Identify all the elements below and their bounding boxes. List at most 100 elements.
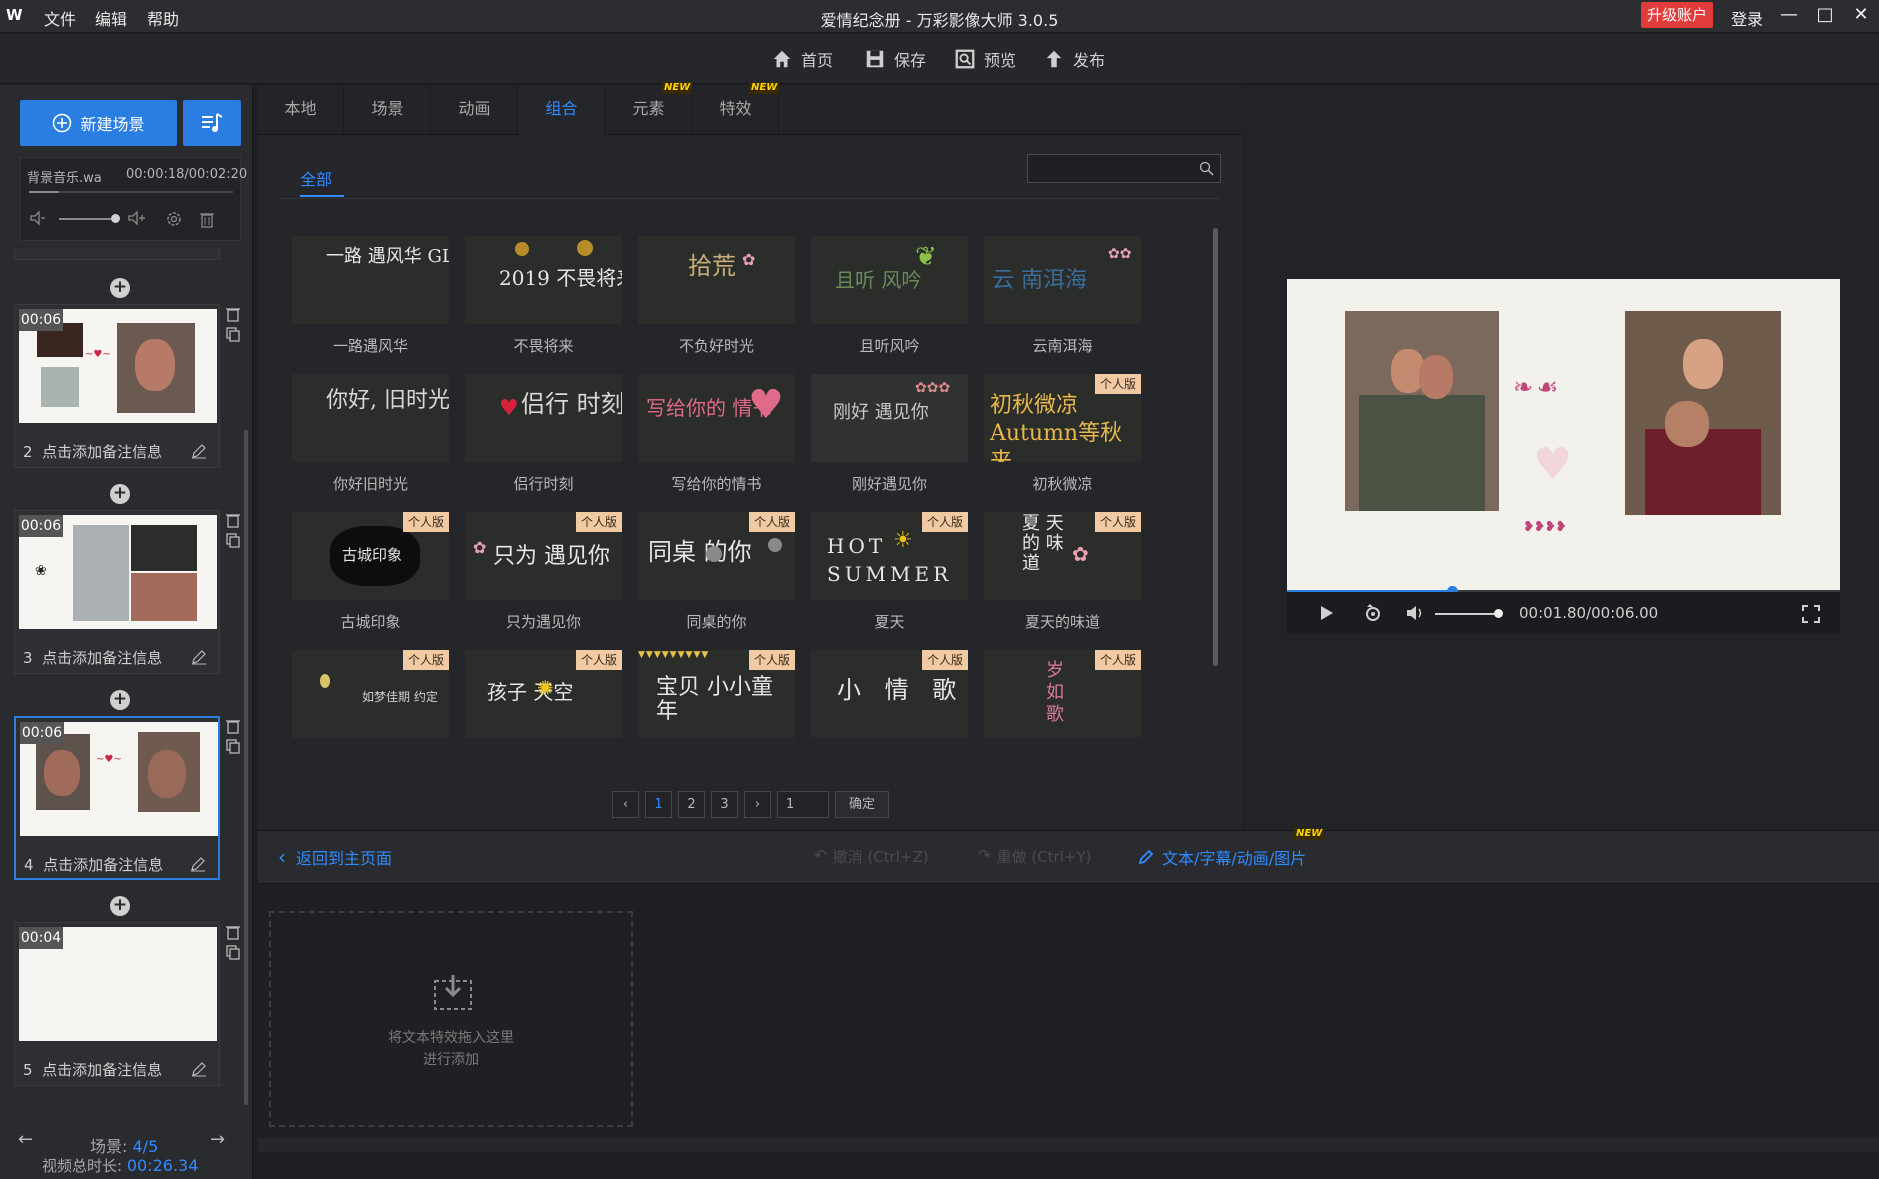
template-card[interactable]: 孩子 天空 ✺ 个人版	[465, 650, 622, 738]
edit-pencil-icon[interactable]	[191, 1061, 207, 1077]
template-card[interactable]: 2019 不畏将来	[465, 236, 622, 324]
template-card[interactable]: 如梦佳期 约定 个人版	[292, 650, 449, 738]
edit-pencil-icon[interactable]	[191, 649, 207, 665]
delete-trash-icon[interactable]	[199, 210, 215, 228]
template-card[interactable]: 古城印象 个人版	[292, 512, 449, 600]
scene-list-scrollbar[interactable]	[244, 430, 248, 1105]
player-volume-slider[interactable]	[1435, 613, 1499, 615]
copy-scene-icon[interactable]	[225, 326, 241, 342]
couple-photo	[1419, 355, 1453, 399]
maximize-button[interactable]: □	[1812, 4, 1838, 25]
template-card[interactable]: 云 南洱海 ✿✿	[984, 236, 1141, 324]
scene-note[interactable]: 3 点击添加备注信息	[23, 647, 162, 668]
home-button[interactable]: 首页	[771, 46, 833, 72]
template-card[interactable]: ♥ 侣行 时刻	[465, 374, 622, 462]
template-card[interactable]: 写给你的 情书 ♥	[638, 374, 795, 462]
template-card[interactable]: 只为 遇见你 ✿ 个人版	[465, 512, 622, 600]
volume-up-icon[interactable]	[127, 210, 147, 226]
template-card[interactable]: ▼▼▼▼▼▼▼▼▼ 宝贝 小小童年 个人版	[638, 650, 795, 738]
bunting-icon: ▼▼▼▼▼▼▼▼▼	[638, 650, 710, 660]
template-card[interactable]: 且听 风吟 ❦	[811, 236, 968, 324]
volume-slider[interactable]	[59, 218, 115, 220]
page-button-2[interactable]: 2	[678, 791, 705, 818]
music-progress[interactable]	[29, 191, 233, 193]
tab-animation[interactable]: 动画	[432, 85, 518, 135]
template-card[interactable]: 你好, 旧时光	[292, 374, 449, 462]
scene-card-1-partial[interactable]	[14, 248, 220, 260]
close-button[interactable]: ✕	[1848, 4, 1874, 25]
copy-scene-icon[interactable]	[225, 532, 241, 548]
scene-card-3[interactable]: ❀ 00:06 3 点击添加备注信息	[14, 510, 220, 674]
page-number-input[interactable]: 1	[777, 791, 829, 818]
track-horizontal-scrollbar[interactable]	[258, 1138, 1879, 1152]
scene-note[interactable]: 2 点击添加备注信息	[23, 441, 162, 462]
player-volume-handle[interactable]	[1494, 609, 1503, 618]
template-grid-scrollbar[interactable]	[1213, 228, 1218, 666]
add-scene-button[interactable]: +	[110, 484, 130, 504]
template-card[interactable]: 初秋微凉 Autumn等秋来 个人版	[984, 374, 1141, 462]
home-label: 首页	[801, 51, 834, 70]
template-card[interactable]: 刚好 遇见你 ✿✿✿	[811, 374, 968, 462]
delete-scene-icon[interactable]	[225, 512, 241, 528]
search-icon[interactable]	[1199, 161, 1214, 176]
edit-pencil-icon[interactable]	[191, 443, 207, 459]
music-list-button[interactable]	[183, 100, 241, 146]
copy-scene-icon[interactable]	[225, 944, 241, 960]
scene-card-4[interactable]: ~♥~ 00:06 4 点击添加备注信息	[14, 716, 220, 880]
tab-combination[interactable]: 组合	[519, 85, 605, 135]
personal-edition-badge: 个人版	[749, 650, 795, 670]
flower-icon: ❀	[35, 563, 47, 579]
settings-gear-icon[interactable]	[165, 210, 183, 228]
upgrade-account-button[interactable]: 升级账户	[1641, 2, 1713, 28]
template-card[interactable]: 小 情 歌 个人版	[811, 650, 968, 738]
delete-scene-icon[interactable]	[225, 718, 241, 734]
volume-slider-handle[interactable]	[111, 214, 120, 223]
publish-button[interactable]: 发布	[1043, 46, 1105, 72]
text-effect-dropzone[interactable]: 将文本特效拖入这里 进行添加	[269, 911, 633, 1127]
preview-canvas[interactable]: ❧ ☙ ♥ ❥❥❥❥	[1287, 279, 1840, 592]
preview-button[interactable]: 预览	[954, 46, 1016, 72]
scene-card-2[interactable]: ~♥~ 00:06 2 点击添加备注信息	[14, 304, 220, 468]
volume-icon[interactable]	[1405, 604, 1425, 622]
next-page-button[interactable]: ›	[744, 791, 771, 818]
template-card[interactable]: HOT SUMMER ☀ 个人版	[811, 512, 968, 600]
page-button-1[interactable]: 1	[645, 791, 672, 818]
new-scene-button[interactable]: 新建场景	[20, 100, 177, 146]
prev-scene-arrow-icon[interactable]: ←	[18, 1129, 33, 1150]
prev-page-button[interactable]: ‹	[612, 791, 639, 818]
volume-down-icon[interactable]	[29, 210, 47, 226]
redo-button[interactable]: ↷ 重做 (Ctrl+Y)	[978, 846, 1091, 867]
add-scene-button[interactable]: +	[110, 278, 130, 298]
subtab-all[interactable]: 全部	[300, 166, 332, 190]
edit-pencil-icon[interactable]	[190, 856, 206, 872]
back-to-home-button[interactable]: ‹ 返回到主页面	[278, 845, 392, 869]
scene-note[interactable]: 5 点击添加备注信息	[23, 1059, 162, 1080]
copy-scene-icon[interactable]	[225, 738, 241, 754]
tab-local[interactable]: 本地	[258, 85, 344, 135]
undo-button[interactable]: ↶ 撤消 (Ctrl+Z)	[814, 846, 929, 867]
photo-frame-right	[1625, 311, 1781, 515]
scene-note[interactable]: 4 点击添加备注信息	[24, 854, 163, 875]
replay-icon[interactable]	[1363, 603, 1383, 623]
delete-scene-icon[interactable]	[225, 924, 241, 940]
template-card[interactable]: 夏 天 的 味 道 ✿ 个人版	[984, 512, 1141, 600]
add-scene-button[interactable]: +	[110, 896, 130, 916]
save-button[interactable]: 保存	[864, 46, 926, 72]
template-card[interactable]: 一路 遇风华 GLAMOUR	[292, 236, 449, 324]
template-card[interactable]: 岁 如 歌 个人版	[984, 650, 1141, 738]
template-card[interactable]: 同桌 的你 个人版	[638, 512, 795, 600]
add-scene-button[interactable]: +	[110, 690, 130, 710]
search-input[interactable]	[1027, 154, 1221, 183]
minimize-button[interactable]: —	[1776, 4, 1802, 25]
template-card[interactable]: 拾荒 ✿	[638, 236, 795, 324]
fullscreen-icon[interactable]	[1801, 604, 1821, 624]
page-button-3[interactable]: 3	[711, 791, 738, 818]
scene-card-5[interactable]: 00:04 5 点击添加备注信息	[14, 922, 220, 1086]
login-button[interactable]: 登录	[1731, 6, 1763, 30]
play-icon[interactable]	[1317, 604, 1335, 622]
tab-scene[interactable]: 场景	[345, 85, 431, 135]
delete-scene-icon[interactable]	[225, 306, 241, 322]
text-subtitle-button[interactable]: 文本/字幕/动画/图片	[1138, 845, 1306, 869]
page-confirm-button[interactable]: 确定	[835, 791, 889, 818]
next-scene-arrow-icon[interactable]: →	[210, 1129, 225, 1150]
